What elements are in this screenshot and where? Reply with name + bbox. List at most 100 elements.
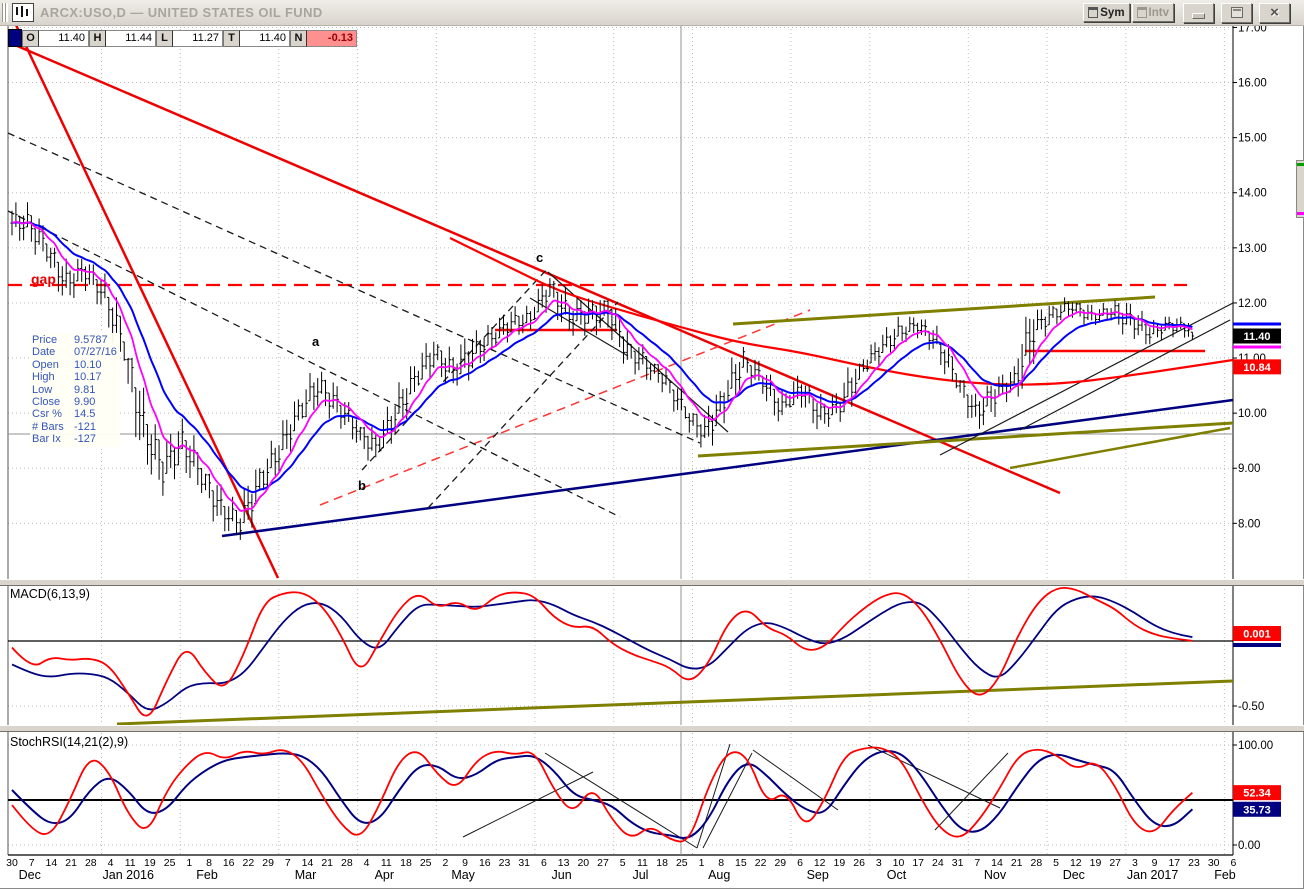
svg-text:5: 5	[1053, 857, 1059, 869]
svg-text:31: 31	[518, 857, 530, 869]
svg-text:16: 16	[223, 857, 235, 869]
crosshair-row: Open10.10	[32, 359, 118, 371]
svg-text:14.00: 14.00	[1238, 188, 1267, 200]
crosshair-row-value: 10.10	[74, 359, 102, 371]
chart-canvas[interactable]: 17.0016.0015.0014.0013.0012.0011.0010.00…	[0, 0, 1304, 889]
svg-text:29: 29	[774, 857, 786, 869]
quote-field-value-O: 11.40	[39, 30, 89, 47]
quote-bar: O11.40H11.44L11.27T11.40N-0.13	[8, 29, 357, 47]
svg-text:Dec: Dec	[19, 868, 41, 882]
svg-text:1: 1	[186, 857, 192, 869]
window-title: ARCX:USO,D — UNITED STATES OIL FUND	[40, 5, 323, 20]
svg-text:25: 25	[420, 857, 432, 869]
pane-divider-macd[interactable]	[0, 579, 1304, 586]
x-axis-labels: 3071421284111925181622297142128411182529…	[6, 857, 1236, 882]
stochrsi-k-line	[12, 747, 1192, 841]
crosshair-row-label: Low	[32, 384, 74, 396]
svg-text:May: May	[451, 868, 475, 882]
svg-text:27: 27	[1109, 857, 1121, 869]
svg-text:28: 28	[85, 857, 97, 869]
crosshair-row-label: High	[32, 371, 74, 383]
app-icon	[12, 3, 34, 22]
macd-line	[12, 588, 1192, 716]
svg-text:30: 30	[6, 857, 18, 869]
close-button[interactable]: ×	[1259, 3, 1290, 23]
svg-text:25: 25	[676, 857, 688, 869]
svg-text:Jan 2017: Jan 2017	[1127, 868, 1178, 882]
price-bars	[10, 202, 1194, 540]
stoch-annotations	[8, 744, 1233, 848]
svg-text:18: 18	[656, 857, 668, 869]
svg-text:4: 4	[364, 857, 370, 869]
svg-text:52.34: 52.34	[1243, 788, 1271, 800]
svg-text:12.00: 12.00	[1238, 298, 1267, 310]
crosshair-row: Csr %14.5	[32, 408, 118, 420]
svg-text:Apr: Apr	[375, 868, 394, 882]
svg-text:8.00: 8.00	[1238, 518, 1260, 530]
maximize-icon	[1231, 7, 1243, 18]
close-icon: ×	[1270, 8, 1279, 18]
slider-green-tick	[1297, 163, 1304, 166]
crosshair-row: Bar Ix-127	[32, 433, 118, 445]
svg-text:16: 16	[479, 857, 491, 869]
title-grip	[2, 3, 8, 22]
svg-text:100.00: 100.00	[1238, 740, 1273, 752]
crosshair-row-label: Open	[32, 359, 74, 371]
svg-text:Mar: Mar	[295, 868, 317, 882]
crosshair-row: # Bars-121	[32, 421, 118, 433]
scale-slider[interactable]	[1296, 160, 1304, 218]
maximize-button[interactable]	[1221, 3, 1252, 23]
crosshair-row: Close9.90	[32, 396, 118, 408]
wave-a-label: a	[312, 334, 319, 349]
pane-divider-stochrsi[interactable]	[0, 725, 1304, 732]
crosshair-data-panel: Price9.5787Date07/27/16Open10.10High10.1…	[30, 333, 120, 447]
svg-text:21: 21	[321, 857, 333, 869]
svg-text:28: 28	[1031, 857, 1043, 869]
title-bar[interactable]: ARCX:USO,D — UNITED STATES OIL FUND Sym …	[0, 0, 1304, 26]
intv-button[interactable]: Intv	[1132, 3, 1174, 22]
svg-text:6: 6	[541, 857, 547, 869]
svg-text:19: 19	[834, 857, 846, 869]
sym-button-label: Sym	[1100, 7, 1124, 19]
svg-text:7: 7	[974, 857, 980, 869]
crosshair-row: Low9.81	[32, 384, 118, 396]
quote-marker	[8, 29, 22, 47]
quote-field-value-N: -0.13	[307, 30, 357, 47]
svg-text:0.00: 0.00	[1238, 840, 1260, 852]
svg-text:11.40: 11.40	[1244, 331, 1271, 343]
svg-text:Sep: Sep	[807, 868, 829, 882]
crosshair-row: Date07/27/16	[32, 346, 118, 358]
svg-text:14: 14	[46, 857, 58, 869]
quote-field-label-O: O	[22, 30, 39, 47]
svg-text:10.00: 10.00	[1238, 408, 1267, 420]
crosshair-row-label: Csr %	[32, 408, 74, 420]
macd-panel-label: MACD(6,13,9)	[10, 587, 90, 601]
svg-text:13.00: 13.00	[1238, 243, 1267, 255]
svg-text:35.73: 35.73	[1243, 804, 1271, 816]
svg-text:31: 31	[952, 857, 964, 869]
svg-text:21: 21	[1011, 857, 1023, 869]
svg-text:21: 21	[65, 857, 77, 869]
wave-c-label: c	[536, 250, 543, 265]
svg-text:2: 2	[442, 857, 448, 869]
svg-text:23: 23	[499, 857, 511, 869]
svg-text:1: 1	[699, 857, 705, 869]
svg-text:28: 28	[341, 857, 353, 869]
sym-icon	[1088, 7, 1098, 18]
svg-text:10.84: 10.84	[1243, 362, 1271, 374]
svg-text:23: 23	[1188, 857, 1200, 869]
crosshair-row-value: 9.90	[74, 396, 95, 408]
svg-text:9.00: 9.00	[1238, 463, 1260, 475]
svg-text:6: 6	[797, 857, 803, 869]
crosshair-row-value: 07/27/16	[74, 346, 117, 358]
svg-text:15.00: 15.00	[1238, 133, 1267, 145]
svg-text:22: 22	[243, 857, 255, 869]
svg-text:24: 24	[932, 857, 944, 869]
svg-text:Jun: Jun	[552, 868, 572, 882]
intv-icon	[1137, 7, 1147, 18]
svg-text:Jan 2016: Jan 2016	[103, 868, 154, 882]
sym-button[interactable]: Sym	[1083, 3, 1129, 22]
minimize-button[interactable]	[1183, 3, 1214, 23]
svg-text:27: 27	[597, 857, 609, 869]
svg-text:26: 26	[853, 857, 865, 869]
